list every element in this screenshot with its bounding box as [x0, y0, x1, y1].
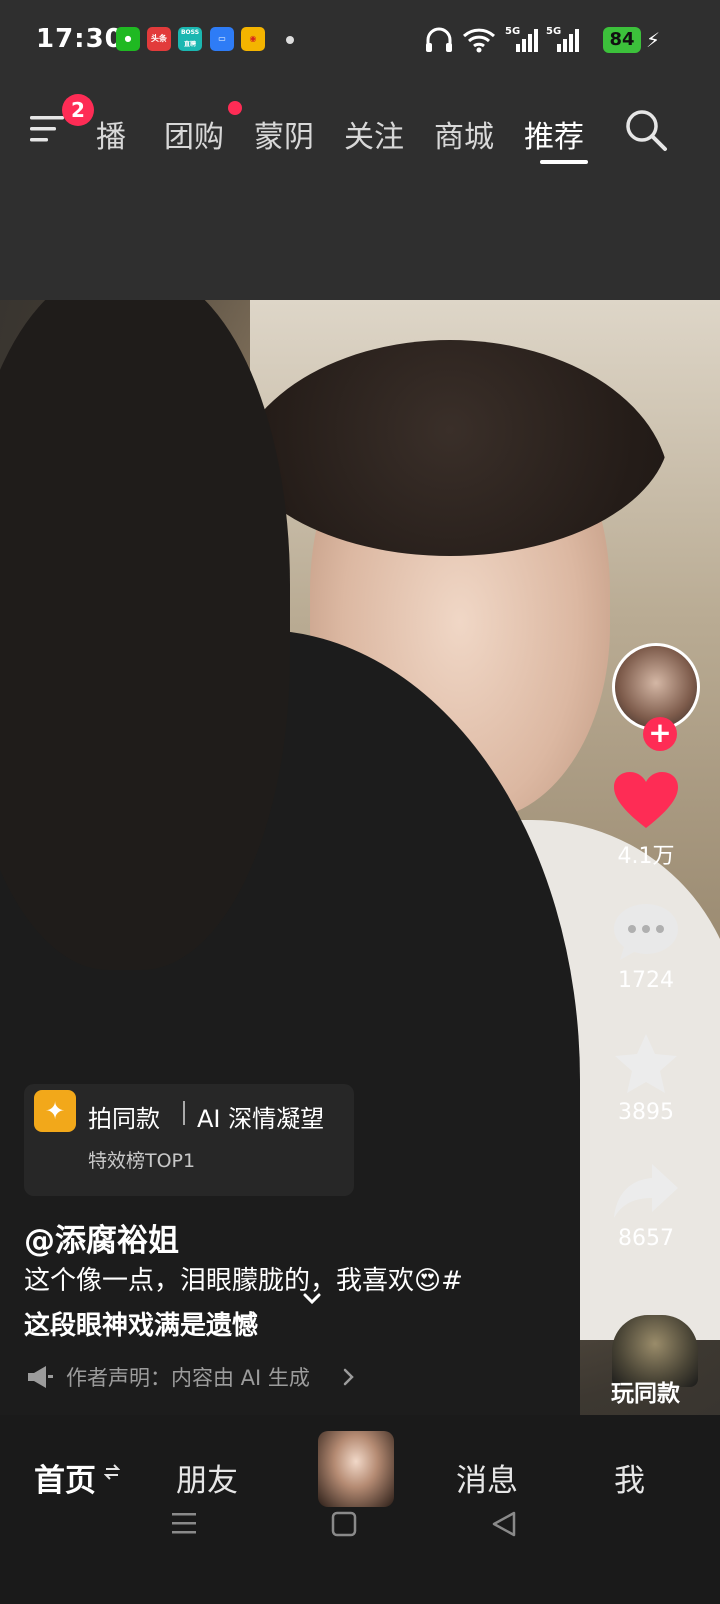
- headphones-icon: [426, 27, 452, 52]
- home-square-icon[interactable]: [330, 1510, 358, 1538]
- recent-apps-icon[interactable]: [170, 1510, 198, 1536]
- tab-live[interactable]: 播: [96, 112, 126, 156]
- effect-divider: [183, 1101, 185, 1125]
- wechat-icon: ●: [116, 27, 140, 51]
- tab-local[interactable]: 蒙阴: [254, 112, 314, 156]
- status-time: 17:30: [36, 24, 124, 54]
- group-buy-dot: [228, 101, 242, 115]
- signal-icon-2: [557, 29, 579, 52]
- like-count: 4.1万: [617, 844, 675, 869]
- chevron-down-icon[interactable]: [302, 1292, 322, 1306]
- tab-group-buy[interactable]: 团购: [164, 112, 224, 156]
- boss-icon: BOSS直聘: [178, 27, 202, 51]
- video-foreground-head: [0, 300, 290, 970]
- effect-name[interactable]: AI 深情凝望: [197, 1099, 324, 1134]
- favorite-count: 3895: [618, 1100, 674, 1125]
- system-nav-bar: [0, 1525, 720, 1604]
- weibo-icon: ◉: [241, 27, 265, 51]
- switch-arrows-icon[interactable]: [104, 1462, 120, 1482]
- effect-title[interactable]: 拍同款: [88, 1099, 160, 1134]
- charging-icon: ⚡: [646, 28, 661, 52]
- favorite-star-icon[interactable]: [612, 1032, 680, 1096]
- follow-button[interactable]: +: [643, 717, 677, 751]
- video-hashtag[interactable]: 这段眼神戏满是遗憾: [24, 1305, 258, 1342]
- center-create-avatar[interactable]: [318, 1431, 394, 1507]
- ai-declaration[interactable]: 作者声明：内容由 AI 生成: [66, 1362, 310, 1392]
- video-caption: 这个像一点，泪眼朦胧的，我喜欢😍#: [24, 1266, 463, 1296]
- sparkle-icon: ✦: [34, 1090, 76, 1132]
- signal-icon-1: [516, 29, 538, 52]
- wifi-icon: [462, 28, 496, 53]
- nav-me[interactable]: 我: [614, 1455, 645, 1500]
- same-style-label[interactable]: 玩同款: [611, 1374, 680, 1408]
- menu-badge: 2: [62, 94, 94, 126]
- toutiao-icon: 头条: [147, 27, 171, 51]
- more-notifications-icon: [286, 36, 294, 44]
- files-icon: ▭: [210, 27, 234, 51]
- tab-following[interactable]: 关注: [344, 112, 404, 156]
- active-tab-indicator: [540, 160, 588, 164]
- back-triangle-icon[interactable]: [490, 1510, 518, 1538]
- like-heart-icon[interactable]: [612, 770, 680, 832]
- nav-messages[interactable]: 消息: [456, 1455, 518, 1500]
- search-icon[interactable]: [624, 108, 668, 152]
- nav-friends[interactable]: 朋友: [176, 1455, 238, 1500]
- share-icon[interactable]: [612, 1162, 680, 1220]
- comment-count: 1724: [618, 968, 674, 993]
- megaphone-icon: [28, 1366, 53, 1388]
- nav-home[interactable]: 首页: [34, 1455, 96, 1500]
- tab-mall[interactable]: 商城: [434, 112, 494, 156]
- battery-level: 84: [603, 27, 641, 53]
- share-count: 8657: [618, 1226, 674, 1251]
- chevron-right-icon: [343, 1368, 354, 1386]
- menu-icon[interactable]: [30, 114, 66, 144]
- comment-icon[interactable]: [612, 902, 680, 962]
- effect-ranking: 特效榜TOP1: [88, 1150, 196, 1172]
- tab-recommend[interactable]: 推荐: [524, 112, 584, 156]
- author-name[interactable]: @添腐裕姐: [24, 1215, 179, 1260]
